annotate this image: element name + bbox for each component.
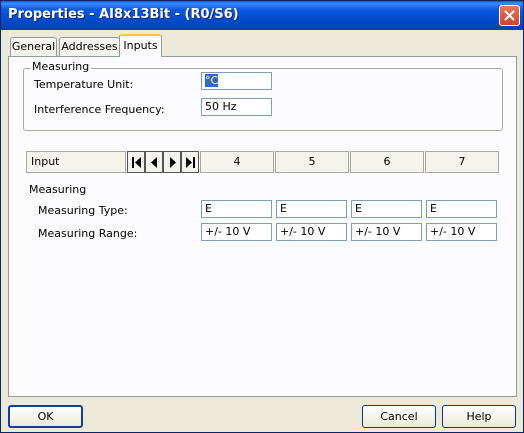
measuring-range-field-7[interactable]: +/- 10 V <box>426 223 497 241</box>
previous-icon <box>151 157 157 168</box>
last-channel-button[interactable] <box>181 151 199 173</box>
title-bar[interactable]: Properties - AI8x13Bit - (R0/S6) <box>1 1 523 30</box>
ok-button[interactable]: OK <box>8 405 83 428</box>
measuring-group-legend: Measuring <box>30 60 92 73</box>
channel-header-4[interactable]: 4 <box>200 151 274 173</box>
tab-inputs[interactable]: Inputs <box>119 34 162 57</box>
properties-dialog: Properties - AI8x13Bit - (R0/S6) General… <box>0 0 524 433</box>
first-channel-button[interactable] <box>127 151 145 173</box>
channel-header-6[interactable]: 6 <box>350 151 424 173</box>
last-icon <box>186 157 195 168</box>
measuring-type-field-7[interactable]: E <box>426 200 497 218</box>
interference-frequency-field[interactable]: 50 Hz <box>201 98 272 116</box>
channel-header-5[interactable]: 5 <box>275 151 349 173</box>
temperature-unit-value: °C <box>205 74 219 87</box>
temperature-unit-label: Temperature Unit: <box>34 78 134 91</box>
measuring-range-field-6[interactable]: +/- 10 V <box>351 223 422 241</box>
first-icon <box>132 157 141 168</box>
help-button[interactable]: Help <box>442 405 516 428</box>
measuring-range-field-5[interactable]: +/- 10 V <box>276 223 347 241</box>
close-icon <box>504 10 515 21</box>
measuring-range-label: Measuring Range: <box>38 227 138 240</box>
measuring-type-field-5[interactable]: E <box>276 200 347 218</box>
window-title: Properties - AI8x13Bit - (R0/S6) <box>8 7 239 22</box>
measuring-type-label: Measuring Type: <box>38 204 128 217</box>
previous-channel-button[interactable] <box>145 151 163 173</box>
measuring-type-field-6[interactable]: E <box>351 200 422 218</box>
measuring-type-field-4[interactable]: E <box>201 200 272 218</box>
close-button[interactable] <box>499 5 520 26</box>
next-channel-button[interactable] <box>163 151 181 173</box>
measuring-range-field-4[interactable]: +/- 10 V <box>201 223 272 241</box>
channel-header-7[interactable]: 7 <box>425 151 499 173</box>
cancel-button[interactable]: Cancel <box>362 405 436 428</box>
temperature-unit-field[interactable]: °C <box>201 72 272 90</box>
input-header-button[interactable]: Input <box>26 151 126 173</box>
interference-frequency-label: Interference Frequency: <box>34 103 165 116</box>
next-icon <box>170 157 176 168</box>
measuring-channels-heading: Measuring <box>29 183 87 196</box>
tab-general[interactable]: General <box>10 37 57 56</box>
tab-addresses[interactable]: Addresses <box>59 37 120 56</box>
